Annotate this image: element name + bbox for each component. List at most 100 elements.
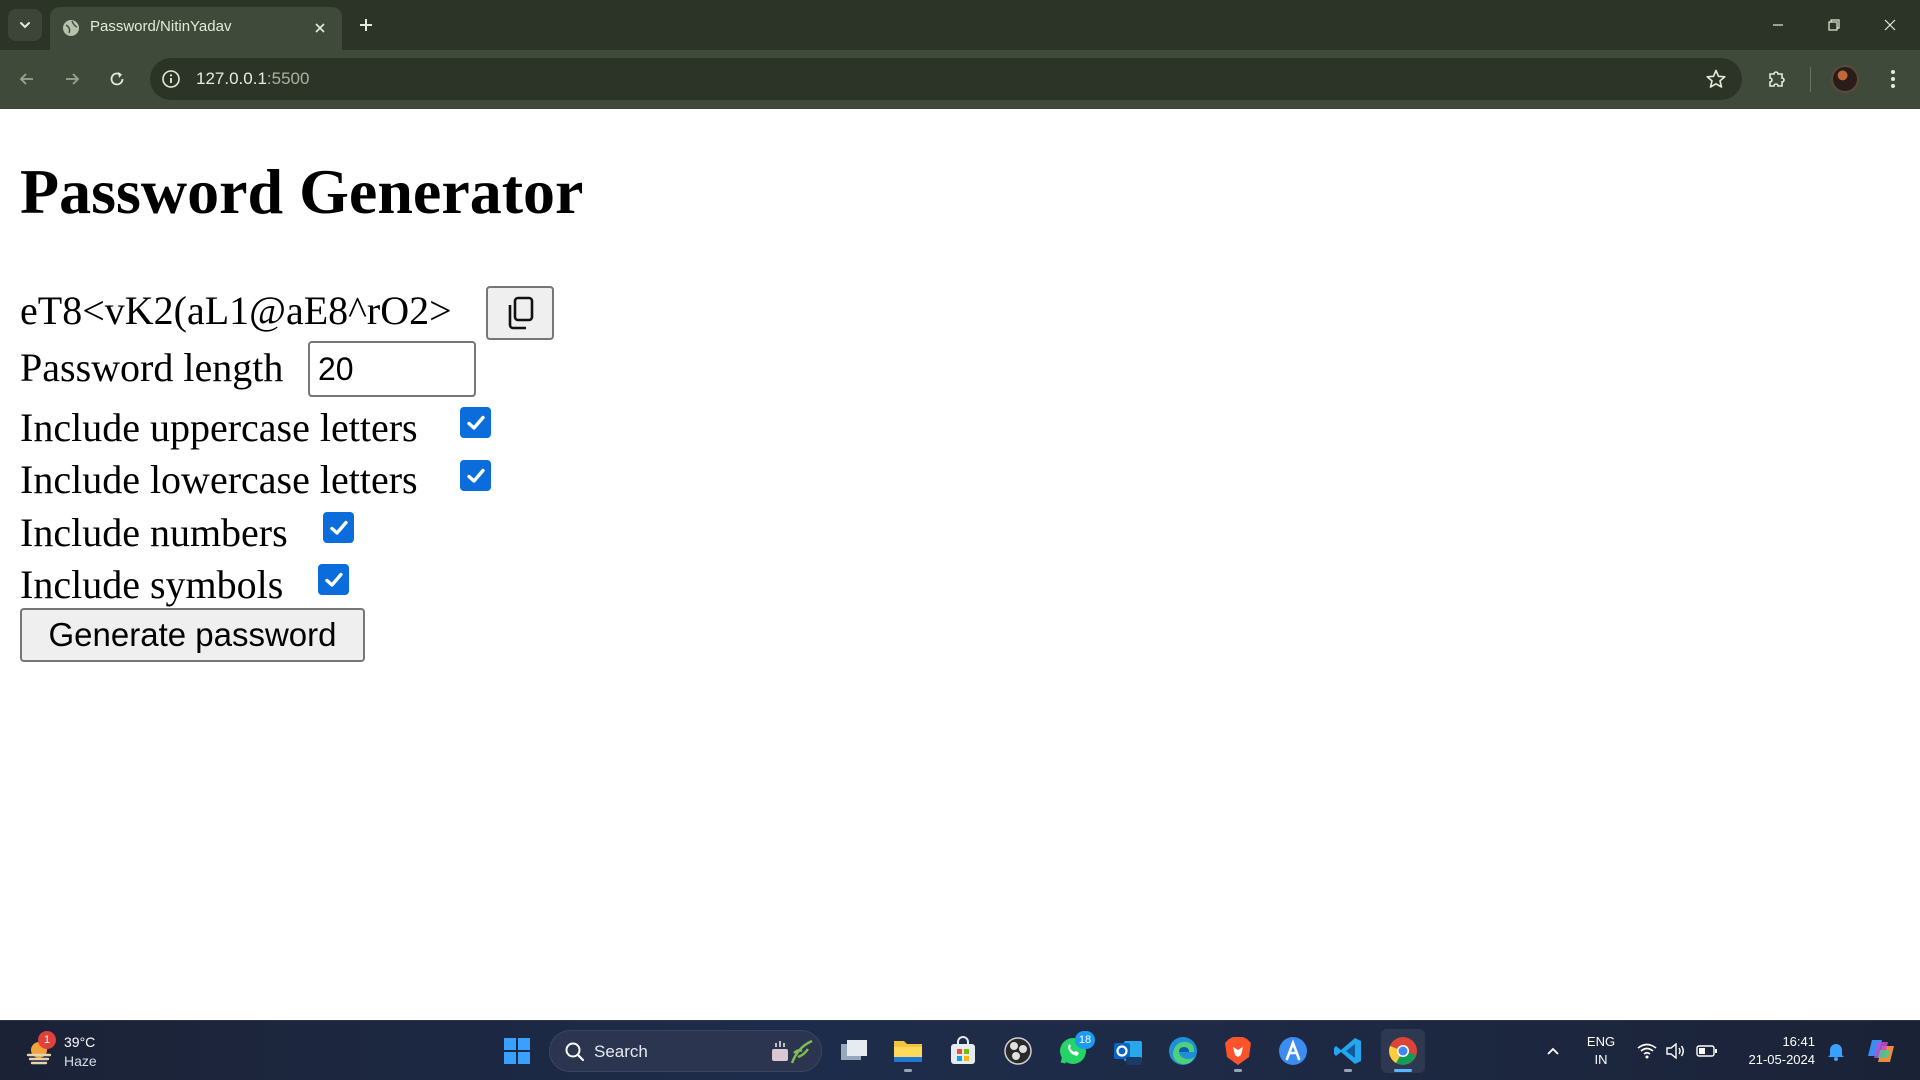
taskbar-app-whatsapp[interactable]: 18	[1051, 1029, 1095, 1073]
numbers-checkbox[interactable]	[323, 512, 354, 543]
minimize-button[interactable]	[1750, 0, 1806, 50]
bookmark-star-button[interactable]	[1704, 67, 1728, 91]
password-length-label: Password length	[20, 345, 284, 390]
browser-toolbar: 127.0.0.1:5500	[0, 50, 1920, 109]
arrow-left-icon	[19, 73, 33, 85]
password-length-input[interactable]	[308, 341, 476, 397]
taskbar-app-store[interactable]	[941, 1029, 985, 1073]
plus-icon	[360, 19, 372, 31]
taskbar-app-chrome[interactable]	[1381, 1029, 1425, 1073]
browser-menu-button[interactable]	[1876, 62, 1910, 96]
input-language[interactable]: ENG IN	[1584, 1033, 1618, 1069]
taskbar: 1 39°C Haze Search 18 ENG IN 16:41 21-05…	[0, 1020, 1920, 1080]
forward-button[interactable]	[55, 62, 89, 96]
copy-icon	[508, 296, 534, 330]
bell-icon	[1828, 1044, 1844, 1061]
battery-status[interactable]	[1692, 1021, 1722, 1080]
url-port: :5500	[266, 69, 310, 88]
taskbar-app-copilot[interactable]	[1271, 1029, 1315, 1073]
notifications-button[interactable]	[1822, 1021, 1850, 1080]
copilot-icon	[1868, 1040, 1894, 1062]
extensions-button[interactable]	[1760, 62, 1794, 96]
taskbar-app-obs[interactable]	[996, 1029, 1040, 1073]
copy-password-button[interactable]	[486, 286, 554, 340]
symbols-checkbox[interactable]	[318, 564, 349, 595]
url-host: 127.0.0.1	[196, 69, 267, 88]
language-region: IN	[1594, 1052, 1608, 1067]
checkmark-icon	[324, 572, 343, 587]
page-content: Password Generator eT8<vK2(aL1@aE8^rO2> …	[0, 109, 1920, 1020]
tab-close-button[interactable]	[308, 16, 332, 40]
lowercase-label: Include lowercase letters	[20, 457, 418, 502]
running-indicator	[904, 1069, 912, 1072]
globe-icon	[63, 20, 79, 36]
taskbar-app-vscode[interactable]	[1326, 1029, 1370, 1073]
taskbar-app-file-explorer[interactable]	[886, 1029, 930, 1073]
chevron-down-icon	[20, 22, 30, 29]
tab-title: Password/NitinYadav	[90, 18, 232, 35]
checkmark-icon	[329, 520, 348, 535]
search-icon	[565, 1042, 585, 1062]
generate-password-button[interactable]: Generate password	[20, 608, 365, 662]
page-title: Password Generator	[20, 156, 584, 227]
more-vertical-icon	[1891, 70, 1895, 88]
weather-condition: Haze	[64, 1053, 97, 1069]
system-clock[interactable]: 16:41 21-05-2024	[1735, 1033, 1816, 1069]
back-button[interactable]	[10, 62, 44, 96]
close-icon	[315, 23, 325, 33]
app-a-icon	[1279, 1037, 1307, 1065]
minimize-icon	[1773, 24, 1783, 26]
tab-search-button[interactable]	[8, 9, 42, 41]
obs-icon	[1004, 1037, 1032, 1065]
toolbar-divider	[1810, 67, 1811, 92]
chevron-up-icon	[1547, 1047, 1559, 1055]
browser-tab[interactable]: Password/NitinYadav	[50, 7, 342, 50]
taskbar-app-outlook[interactable]	[1106, 1029, 1150, 1073]
active-window-indicator	[1394, 1069, 1412, 1072]
clock-date: 21-05-2024	[1748, 1052, 1816, 1067]
wifi-status[interactable]	[1634, 1021, 1660, 1080]
taskbar-app-brave[interactable]	[1216, 1029, 1260, 1073]
browser-tabstrip: Password/NitinYadav	[0, 0, 1920, 50]
windows-logo-icon	[504, 1038, 530, 1064]
search-highlight-icon	[772, 1039, 813, 1064]
close-icon	[1884, 19, 1896, 31]
reload-button[interactable]	[100, 62, 134, 96]
uppercase-label: Include uppercase letters	[20, 405, 418, 450]
weather-temperature: 39°C	[64, 1034, 96, 1050]
address-bar[interactable]: 127.0.0.1:5500	[150, 58, 1742, 100]
weather-widget[interactable]: 1 39°C Haze	[20, 1031, 110, 1071]
profile-avatar[interactable]	[1831, 65, 1859, 93]
search-label: Search	[594, 1042, 648, 1061]
speaker-icon	[1666, 1043, 1684, 1059]
chrome-icon	[1389, 1037, 1417, 1065]
running-indicator	[1234, 1069, 1242, 1072]
folder-icon	[894, 1041, 922, 1062]
new-tab-button[interactable]	[352, 11, 380, 39]
show-hidden-icons-button[interactable]	[1538, 1021, 1568, 1080]
checkmark-icon	[466, 468, 485, 483]
symbols-label: Include symbols	[20, 562, 284, 607]
volume-status[interactable]	[1662, 1021, 1688, 1080]
puzzle-icon	[1769, 71, 1785, 87]
taskbar-search[interactable]: Search	[549, 1030, 822, 1072]
battery-icon	[1696, 1045, 1717, 1057]
brave-lion-icon	[1225, 1037, 1251, 1065]
arrow-right-icon	[66, 73, 80, 85]
weather-alert-badge: 1	[38, 1031, 56, 1049]
site-info-icon[interactable]	[160, 68, 182, 90]
url-text[interactable]: 127.0.0.1:5500	[196, 69, 309, 89]
close-window-button[interactable]	[1862, 0, 1918, 50]
wifi-icon	[1637, 1043, 1657, 1059]
checkmark-icon	[466, 415, 485, 430]
password-output: eT8<vK2(aL1@aE8^rO2>	[20, 288, 452, 333]
task-view-button[interactable]	[832, 1029, 876, 1073]
lowercase-checkbox[interactable]	[460, 460, 491, 491]
restore-button[interactable]	[1806, 0, 1862, 50]
copilot-button[interactable]	[1862, 1021, 1902, 1080]
vscode-icon	[1334, 1038, 1361, 1064]
star-icon	[1706, 69, 1726, 88]
taskbar-app-edge[interactable]	[1161, 1029, 1205, 1073]
start-button[interactable]	[495, 1029, 539, 1073]
uppercase-checkbox[interactable]	[460, 407, 491, 438]
